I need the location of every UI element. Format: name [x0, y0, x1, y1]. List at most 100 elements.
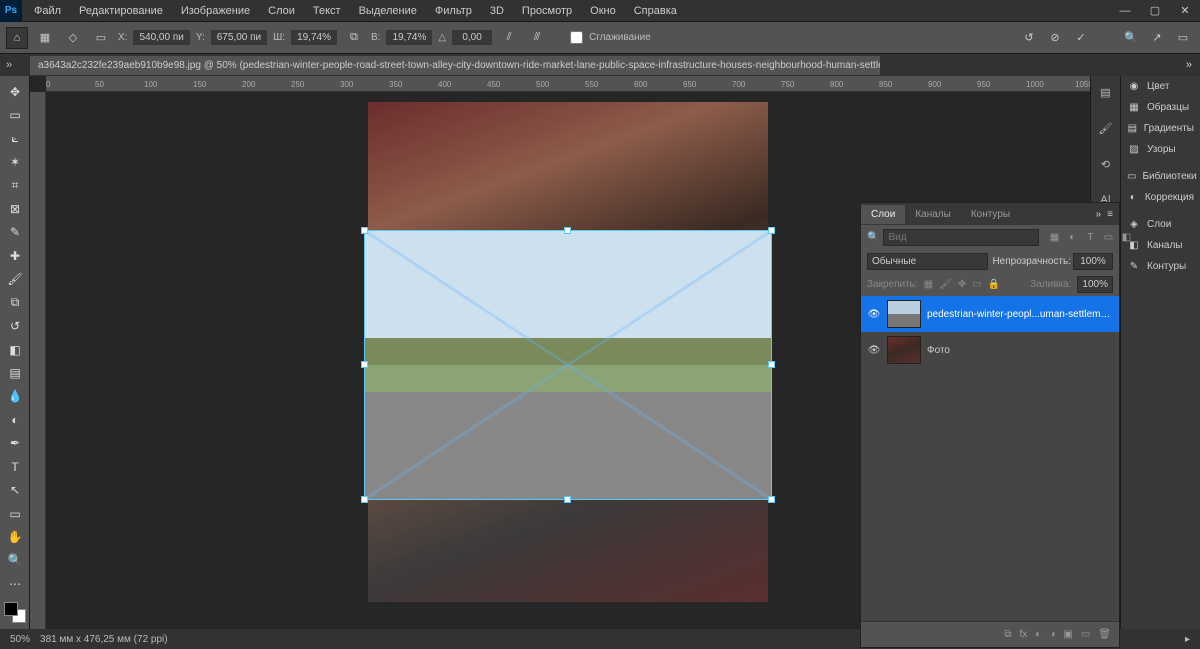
history-brush-tool[interactable]: ↺	[2, 315, 28, 336]
ruler-horizontal[interactable]: 0501001502002503003504004505005506006507…	[46, 76, 1090, 92]
layers-tab-Контуры[interactable]: Контуры	[961, 205, 1020, 224]
color-swatch[interactable]	[4, 602, 26, 623]
fx-icon[interactable]: fx	[1020, 629, 1028, 640]
history-icon[interactable]: ⟲	[1096, 154, 1116, 174]
lock-pixels-icon[interactable]: 🖌	[939, 279, 952, 290]
commit-icon[interactable]: ✓	[1070, 27, 1092, 49]
layer-row[interactable]: 👁Фото	[861, 332, 1119, 368]
type-tool[interactable]: T	[2, 456, 28, 477]
home-icon[interactable]: ⌂	[6, 27, 28, 49]
relative-icon[interactable]: ▭	[90, 27, 112, 49]
handle-nw[interactable]	[361, 227, 368, 234]
handle-s[interactable]	[564, 496, 571, 503]
panel-Образцы[interactable]: ▦Образцы	[1121, 97, 1200, 118]
skew-h-icon[interactable]: ⫽	[498, 27, 520, 49]
reset-icon[interactable]: ↺	[1018, 27, 1040, 49]
menu-Просмотр[interactable]: Просмотр	[514, 2, 580, 20]
filter-shape-icon[interactable]: ▭	[1101, 232, 1115, 243]
panel-Контуры[interactable]: ✎Контуры	[1121, 256, 1200, 277]
reference-point-icon[interactable]: ◇	[62, 27, 84, 49]
stamp-tool[interactable]: ⧉	[2, 292, 28, 313]
menu-Редактирование[interactable]: Редактирование	[71, 2, 171, 20]
crop-tool[interactable]: ⌗	[2, 175, 28, 196]
shape-tool[interactable]: ▭	[2, 503, 28, 524]
frame-tool[interactable]: ⊠	[2, 198, 28, 219]
adjustment-icon[interactable]: ◑	[1049, 629, 1055, 640]
blend-mode-select[interactable]: Обычные	[867, 253, 988, 270]
minimize-button[interactable]: —	[1110, 0, 1140, 22]
layer-row[interactable]: 👁pedestrian-winter-peopl...uman-settleme…	[861, 296, 1119, 332]
zoom-tool[interactable]: 🔍	[2, 550, 28, 571]
menu-Выделение[interactable]: Выделение	[351, 2, 425, 20]
handle-n[interactable]	[564, 227, 571, 234]
lock-artboard-icon[interactable]: ▭	[972, 279, 981, 290]
group-icon[interactable]: ▣	[1063, 629, 1072, 640]
document-canvas[interactable]	[368, 102, 768, 602]
collapse-panels-icon[interactable]: »	[1186, 59, 1192, 71]
visibility-icon[interactable]: 👁	[867, 345, 881, 356]
menu-3D[interactable]: 3D	[482, 2, 512, 20]
edit-toolbar-icon[interactable]: ⋯	[2, 573, 28, 594]
zoom-level[interactable]: 50%	[10, 634, 30, 645]
menu-Изображение[interactable]: Изображение	[173, 2, 258, 20]
menu-Справка[interactable]: Справка	[626, 2, 685, 20]
filter-adjust-icon[interactable]: ◐	[1065, 232, 1079, 243]
brushes-icon[interactable]: 🖌	[1096, 118, 1116, 138]
document-tab[interactable]: a3643a2c232fe239aeb910b9e98.jpg @ 50% (p…	[30, 56, 880, 75]
cancel-icon[interactable]: ⊘	[1044, 27, 1066, 49]
y-value[interactable]: 675,00 пи	[211, 30, 267, 45]
hand-tool[interactable]: ✋	[2, 526, 28, 547]
fill-value[interactable]: 100%	[1077, 276, 1113, 293]
h-value[interactable]: 19,74%	[386, 30, 432, 45]
status-arrow-icon[interactable]: ▸	[1185, 634, 1190, 645]
lock-icon[interactable]: 🔒	[988, 279, 1000, 290]
move-tool[interactable]: ✥	[2, 81, 28, 102]
filter-smart-icon[interactable]: ◧	[1119, 232, 1133, 243]
transform-selection[interactable]	[364, 230, 772, 500]
marquee-tool[interactable]: ▭	[2, 104, 28, 125]
filter-image-icon[interactable]: ▦	[1047, 232, 1061, 243]
maximize-button[interactable]: ▢	[1140, 0, 1170, 22]
dodge-tool[interactable]: ◐	[2, 409, 28, 430]
panel-menu-icon[interactable]: ≡	[1107, 209, 1113, 220]
delete-layer-icon[interactable]: 🗑	[1098, 629, 1111, 640]
opacity-value[interactable]: 100%	[1073, 253, 1113, 270]
skew-v-icon[interactable]: ⫻	[526, 27, 548, 49]
menu-Слои[interactable]: Слои	[260, 2, 303, 20]
w-value[interactable]: 19,74%	[291, 30, 337, 45]
eyedropper-tool[interactable]: ✎	[2, 222, 28, 243]
lock-position-icon[interactable]: ✥	[958, 279, 966, 290]
link-icon[interactable]: ⧉	[343, 27, 365, 49]
menu-Текст[interactable]: Текст	[305, 2, 349, 20]
handle-sw[interactable]	[361, 496, 368, 503]
smoothing-checkbox[interactable]	[570, 31, 583, 44]
path-tool[interactable]: ↖	[2, 479, 28, 500]
properties-icon[interactable]: ▤	[1096, 82, 1116, 102]
mask-icon[interactable]: ◐	[1035, 629, 1041, 640]
expand-tabs-icon[interactable]: »	[6, 59, 12, 71]
workspace-icon[interactable]: ▭	[1172, 27, 1194, 49]
link-layers-icon[interactable]: ⧉	[1004, 629, 1011, 640]
panel-Узоры[interactable]: ▨Узоры	[1121, 139, 1200, 160]
lock-all-icon[interactable]: ▦	[924, 279, 933, 290]
handle-w[interactable]	[361, 361, 368, 368]
healing-tool[interactable]: ✚	[2, 245, 28, 266]
brush-tool[interactable]: 🖌	[2, 269, 28, 290]
handle-ne[interactable]	[768, 227, 775, 234]
layers-tab-Слои[interactable]: Слои	[861, 205, 905, 224]
panel-Библиотеки[interactable]: ▭Библиотеки	[1121, 166, 1200, 187]
layers-tab-Каналы[interactable]: Каналы	[905, 205, 961, 224]
menu-Фильтр[interactable]: Фильтр	[427, 2, 480, 20]
ruler-vertical[interactable]	[30, 92, 46, 629]
filter-type-icon[interactable]: T	[1083, 232, 1097, 243]
pen-tool[interactable]: ✒	[2, 433, 28, 454]
menu-Окно[interactable]: Окно	[582, 2, 624, 20]
layer-search-input[interactable]	[883, 229, 1039, 246]
search-icon[interactable]: 🔍	[1120, 27, 1142, 49]
visibility-icon[interactable]: 👁	[867, 309, 881, 320]
panel-Цвет[interactable]: ◉Цвет	[1121, 76, 1200, 97]
panel-Коррекция[interactable]: ◐Коррекция	[1121, 187, 1200, 208]
gradient-tool[interactable]: ▤	[2, 362, 28, 383]
lasso-tool[interactable]: ⟀	[2, 128, 28, 149]
panel-Градиенты[interactable]: ▤Градиенты	[1121, 118, 1200, 139]
